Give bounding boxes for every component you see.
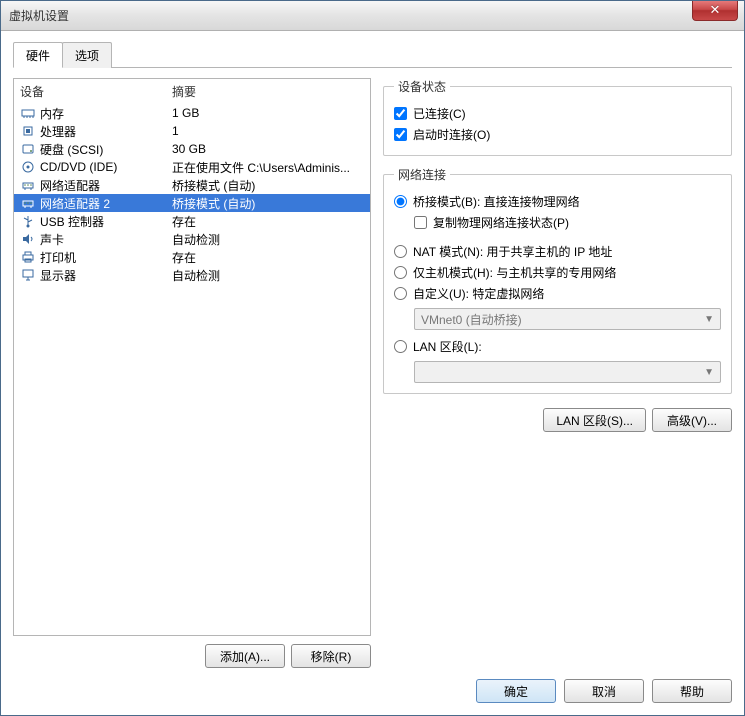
usb-icon — [20, 213, 36, 229]
memory-icon — [20, 105, 36, 121]
tab-body: 设备 摘要 内存1 GB处理器1硬盘 (SCSI)30 GBCD/DVD (ID… — [13, 68, 732, 668]
tab-hardware[interactable]: 硬件 — [13, 42, 63, 68]
device-row[interactable]: USB 控制器存在 — [14, 212, 370, 230]
custom-label[interactable]: 自定义(U): 特定虚拟网络 — [413, 285, 544, 302]
cancel-button[interactable]: 取消 — [564, 679, 644, 703]
device-row[interactable]: 网络适配器 2桥接模式 (自动) — [14, 194, 370, 212]
device-name: USB 控制器 — [40, 213, 172, 230]
add-button[interactable]: 添加(A)... — [205, 644, 285, 668]
lan-segments-button[interactable]: LAN 区段(S)... — [543, 408, 646, 432]
device-row[interactable]: 硬盘 (SCSI)30 GB — [14, 140, 370, 158]
disk-icon — [20, 141, 36, 157]
right-panel: 设备状态 已连接(C) 启动时连接(O) 网络连接 桥接模式(B): 直接连接物 — [383, 78, 732, 668]
network-legend: 网络连接 — [394, 166, 450, 183]
device-name: 打印机 — [40, 249, 172, 266]
remove-button[interactable]: 移除(R) — [291, 644, 371, 668]
left-panel: 设备 摘要 内存1 GB处理器1硬盘 (SCSI)30 GBCD/DVD (ID… — [13, 78, 371, 668]
sound-icon — [20, 231, 36, 247]
device-summary: 1 GB — [172, 106, 364, 120]
device-row[interactable]: 声卡自动检测 — [14, 230, 370, 248]
connected-checkbox[interactable] — [394, 107, 407, 120]
device-name: 硬盘 (SCSI) — [40, 141, 172, 158]
device-status-legend: 设备状态 — [394, 78, 450, 95]
hostonly-radio[interactable] — [394, 266, 407, 279]
device-name: 网络适配器 2 — [40, 195, 172, 212]
device-name: 显示器 — [40, 267, 172, 284]
network-connection-group: 网络连接 桥接模式(B): 直接连接物理网络 复制物理网络连接状态(P) NAT… — [383, 166, 732, 394]
device-list: 设备 摘要 内存1 GB处理器1硬盘 (SCSI)30 GBCD/DVD (ID… — [13, 78, 371, 636]
device-summary: 存在 — [172, 249, 364, 266]
replicate-checkbox[interactable] — [414, 216, 427, 229]
lan-segment-radio[interactable] — [394, 340, 407, 353]
device-summary: 1 — [172, 124, 364, 138]
device-row[interactable]: CD/DVD (IDE)正在使用文件 C:\Users\Adminis... — [14, 158, 370, 176]
device-status-group: 设备状态 已连接(C) 启动时连接(O) — [383, 78, 732, 156]
advanced-button[interactable]: 高级(V)... — [652, 408, 732, 432]
hostonly-label[interactable]: 仅主机模式(H): 与主机共享的专用网络 — [413, 264, 616, 281]
bridged-radio[interactable] — [394, 195, 407, 208]
list-rows: 内存1 GB处理器1硬盘 (SCSI)30 GBCD/DVD (IDE)正在使用… — [14, 104, 370, 284]
network-icon — [20, 195, 36, 211]
chevron-down-icon: ▼ — [704, 314, 714, 325]
device-name: CD/DVD (IDE) — [40, 160, 172, 174]
tab-bar: 硬件 选项 — [13, 41, 732, 68]
display-icon — [20, 267, 36, 283]
connect-poweron-label[interactable]: 启动时连接(O) — [413, 126, 490, 143]
device-summary: 自动检测 — [172, 267, 364, 284]
nat-radio[interactable] — [394, 245, 407, 258]
printer-icon — [20, 249, 36, 265]
device-summary: 存在 — [172, 213, 364, 230]
device-row[interactable]: 内存1 GB — [14, 104, 370, 122]
nat-label[interactable]: NAT 模式(N): 用于共享主机的 IP 地址 — [413, 243, 612, 260]
col-summary-header: 摘要 — [172, 83, 364, 100]
device-row[interactable]: 显示器自动检测 — [14, 266, 370, 284]
bridged-label[interactable]: 桥接模式(B): 直接连接物理网络 — [413, 193, 580, 210]
replicate-label[interactable]: 复制物理网络连接状态(P) — [433, 214, 569, 231]
device-summary: 自动检测 — [172, 231, 364, 248]
device-summary: 30 GB — [172, 142, 364, 156]
device-row[interactable]: 网络适配器桥接模式 (自动) — [14, 176, 370, 194]
right-button-bar: LAN 区段(S)... 高级(V)... — [383, 408, 732, 432]
chevron-down-icon: ▼ — [704, 367, 714, 378]
left-button-bar: 添加(A)... 移除(R) — [13, 644, 371, 668]
device-name: 处理器 — [40, 123, 172, 140]
cpu-icon — [20, 123, 36, 139]
help-button[interactable]: 帮助 — [652, 679, 732, 703]
list-header: 设备 摘要 — [14, 79, 370, 104]
device-name: 网络适配器 — [40, 177, 172, 194]
footer-buttons: 确定 取消 帮助 — [476, 679, 732, 703]
custom-radio[interactable] — [394, 287, 407, 300]
device-row[interactable]: 打印机存在 — [14, 248, 370, 266]
device-summary: 正在使用文件 C:\Users\Adminis... — [172, 159, 364, 176]
connected-label[interactable]: 已连接(C) — [413, 105, 466, 122]
device-summary: 桥接模式 (自动) — [172, 177, 364, 194]
connect-poweron-checkbox[interactable] — [394, 128, 407, 141]
network-icon — [20, 177, 36, 193]
window-title: 虚拟机设置 — [9, 7, 69, 24]
tab-options[interactable]: 选项 — [62, 42, 112, 68]
col-device-header: 设备 — [20, 83, 172, 100]
custom-network-value: VMnet0 (自动桥接) — [421, 311, 522, 328]
device-name: 声卡 — [40, 231, 172, 248]
device-row[interactable]: 处理器1 — [14, 122, 370, 140]
custom-network-select[interactable]: VMnet0 (自动桥接) ▼ — [414, 308, 721, 330]
content-area: 硬件 选项 设备 摘要 内存1 GB处理器1硬盘 (SCSI)30 GBCD/D… — [1, 31, 744, 715]
lan-segment-select[interactable]: ▼ — [414, 361, 721, 383]
close-button[interactable]: ✕ — [692, 1, 738, 21]
lan-segment-label[interactable]: LAN 区段(L): — [413, 338, 482, 355]
titlebar: 虚拟机设置 ✕ — [1, 1, 744, 31]
device-name: 内存 — [40, 105, 172, 122]
settings-window: 虚拟机设置 ✕ 硬件 选项 设备 摘要 内存1 GB处理器1硬盘 (SCSI)3… — [0, 0, 745, 716]
cd-icon — [20, 159, 36, 175]
ok-button[interactable]: 确定 — [476, 679, 556, 703]
device-summary: 桥接模式 (自动) — [172, 195, 364, 212]
